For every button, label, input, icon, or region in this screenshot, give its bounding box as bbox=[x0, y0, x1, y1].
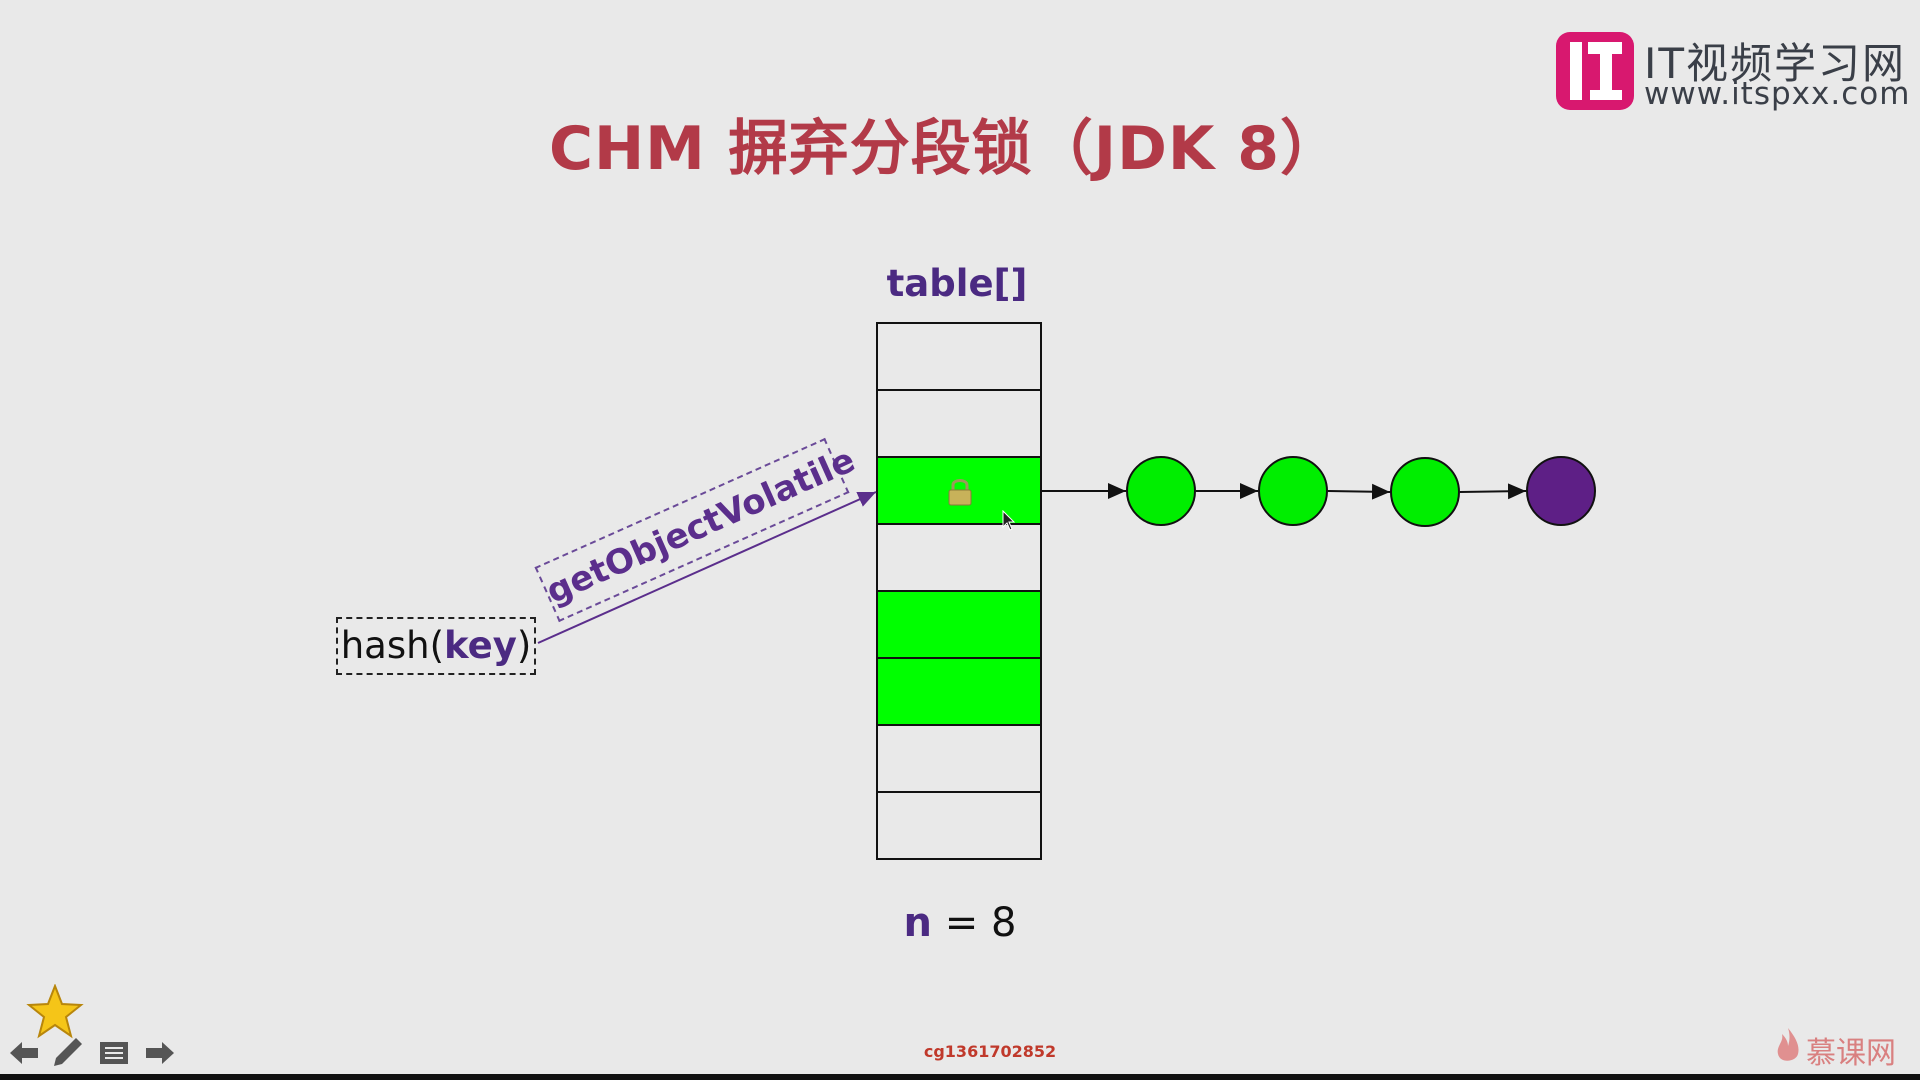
hash-key-text: key bbox=[444, 624, 517, 667]
hash-prefix: hash( bbox=[340, 624, 445, 667]
pen-icon[interactable] bbox=[50, 1034, 86, 1070]
chain-node-3 bbox=[1526, 456, 1596, 526]
chain-node-0 bbox=[1126, 456, 1196, 526]
star-icon[interactable] bbox=[26, 984, 84, 1040]
mouse-cursor-icon bbox=[1002, 510, 1016, 531]
brand-watermark: 慕课网 bbox=[1806, 1036, 1896, 1071]
chain-link-2 bbox=[1327, 483, 1391, 500]
n-value: = 8 bbox=[932, 900, 1017, 946]
hash-suffix: ) bbox=[516, 624, 532, 667]
bottom-border bbox=[0, 1074, 1920, 1080]
watermark-id: cg1361702852 bbox=[923, 1042, 1057, 1061]
chain-node-1 bbox=[1258, 456, 1328, 526]
next-slide-icon[interactable] bbox=[144, 1040, 176, 1066]
flame-icon bbox=[1777, 1028, 1799, 1061]
chain-node-2 bbox=[1390, 457, 1460, 527]
chain-link-3 bbox=[1459, 483, 1527, 500]
table-size-label: n = 8 bbox=[880, 900, 1040, 946]
previous-slide-icon[interactable] bbox=[8, 1040, 40, 1066]
n-variable: n bbox=[903, 900, 933, 946]
hash-key-box: hash(key) bbox=[336, 617, 536, 675]
menu-icon[interactable] bbox=[98, 1040, 130, 1066]
